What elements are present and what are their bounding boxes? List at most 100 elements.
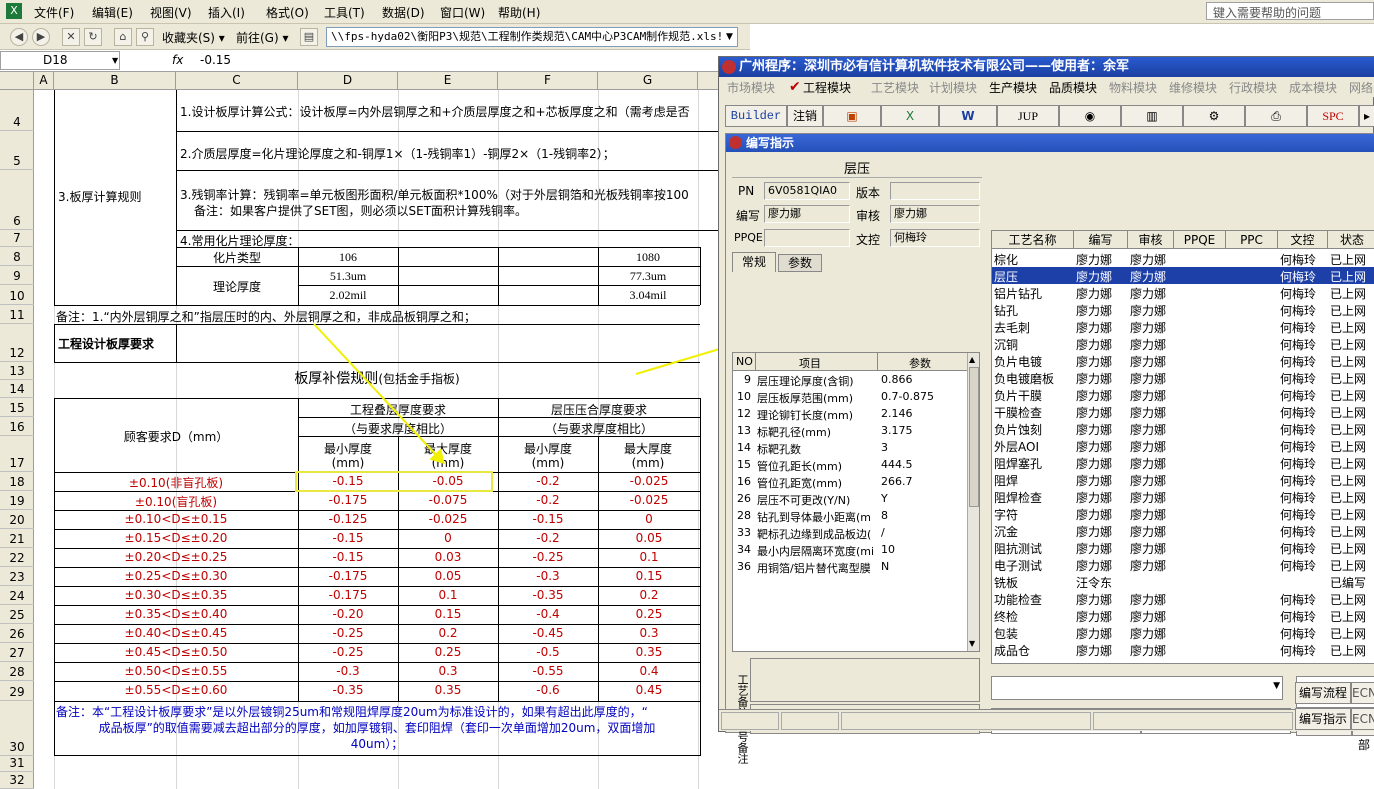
comp-value-cell[interactable]: -0.175 [298,569,398,583]
param-row[interactable]: 9 层压理论厚度(含铜) 0.866 [733,372,967,389]
comp-value-cell[interactable]: -0.175 [298,493,398,507]
row-header-cell[interactable]: 31 [0,756,34,772]
row-header-cell[interactable]: 18 [0,472,34,491]
process-row[interactable]: 负片蚀刻 廖力娜 廖力娜 何梅玲 已上网 [992,420,1374,437]
spc-button[interactable]: SPC [1307,105,1359,127]
comp-value-cell[interactable]: -0.3 [498,569,598,583]
proc-col-ppc[interactable]: PPC [1226,231,1278,249]
process-row[interactable]: 字符 廖力娜 廖力娜 何梅玲 已上网 [992,505,1374,522]
row-header-cell[interactable]: 7 [0,230,34,247]
comp-range-cell[interactable]: ±0.25<D≤±0.30 [54,569,298,583]
param-row[interactable]: 12 理论铆钉长度(mm) 2.146 [733,406,967,423]
document-icon[interactable]: ▥ [1121,105,1183,127]
module-production[interactable]: 生产模块 [989,79,1037,96]
param-row[interactable]: 36 用铜箔/铝片替代离型膜 N [733,559,967,576]
row-header-cell[interactable]: 23 [0,567,34,586]
comp-value-cell[interactable]: -0.2 [498,493,598,507]
process-row[interactable]: 负片干膜 廖力娜 廖力娜 何梅玲 已上网 [992,386,1374,403]
pn-field[interactable]: 6V0581QIA0 [764,182,850,200]
col-e[interactable]: E [398,72,498,90]
access-icon[interactable]: ▣ [823,105,881,127]
comp-value-cell[interactable]: -0.4 [498,607,598,621]
process-row[interactable]: 电子测试 廖力娜 廖力娜 何梅玲 已上网 [992,556,1374,573]
proc-col-ppqe[interactable]: PPQE [1174,231,1226,249]
tab-params[interactable]: 参数 [778,254,822,272]
favorites-menu[interactable]: 收藏夹(S) ▾ [162,29,225,46]
process-row[interactable]: 外层AOI 廖力娜 廖力娜 何梅玲 已上网 [992,437,1374,454]
param-row[interactable]: 28 钻孔到导体最小距离(m 8 [733,508,967,525]
col-d[interactable]: D [298,72,398,90]
module-plan[interactable]: 计划模块 [929,79,977,96]
function-icon[interactable]: fx [172,53,183,67]
proc-col-writer[interactable]: 编写 [1074,231,1128,249]
menu-insert[interactable]: 插入(I) [208,4,245,21]
col-b[interactable]: B [54,72,176,90]
row-header-cell[interactable]: 11 [0,305,34,324]
proc-col-status[interactable]: 状态 [1328,231,1374,249]
module-engineering[interactable]: 工程模块 [803,79,851,96]
comp-value-cell[interactable]: -0.6 [498,683,598,697]
comp-value-cell[interactable]: 0.2 [598,588,700,602]
process-row[interactable]: 阻焊 廖力娜 廖力娜 何梅玲 已上网 [992,471,1374,488]
comp-value-cell[interactable]: 0.05 [398,569,498,583]
param-row[interactable]: 16 管位孔距宽(mm) 266.7 [733,474,967,491]
comp-value-cell[interactable]: -0.2 [498,474,598,488]
comp-value-cell[interactable]: -0.25 [298,645,398,659]
ecn-button[interactable]: ECN [1351,682,1374,704]
tab-general[interactable]: 常规 [732,252,776,272]
comp-value-cell[interactable]: 0 [398,531,498,545]
reviewer-field[interactable]: 廖力娜 [890,205,980,223]
write-flow-button[interactable]: 编写流程 [1295,682,1351,704]
menu-help[interactable]: 帮助(H) [498,4,540,21]
comp-value-cell[interactable]: 0.35 [598,645,700,659]
proc-col-reviewer[interactable]: 审核 [1128,231,1174,249]
ecn-button-2[interactable]: ECN [1351,708,1374,730]
process-row[interactable]: 成品仓 廖力娜 廖力娜 何梅玲 已上网 [992,641,1374,658]
proc-col-name[interactable]: 工艺名称 [992,231,1074,249]
comp-value-cell[interactable]: 0.3 [598,626,700,640]
comp-range-cell[interactable]: ±0.50<D≤±0.55 [54,664,298,678]
combo-dropdown-icon[interactable]: ▼ [1273,681,1280,691]
name-box[interactable]: D18 [0,51,120,70]
comp-value-cell[interactable]: 0.2 [398,626,498,640]
help-search-input[interactable]: 键入需要帮助的问题 [1206,2,1374,20]
param-row[interactable]: 13 标靶孔径(mm) 3.175 [733,423,967,440]
row-header-cell[interactable]: 17 [0,436,34,472]
process-row[interactable]: 铣板 汪令东 已编写 [992,573,1374,590]
refresh-icon[interactable]: ↻ [84,28,102,46]
row-header-cell[interactable]: 4 [0,90,34,131]
comp-range-cell[interactable]: ±0.45<D≤±0.50 [54,645,298,659]
process-note-input[interactable] [750,658,980,702]
comp-value-cell[interactable]: 0.05 [598,531,700,545]
comp-range-cell[interactable]: ±0.10<D≤±0.15 [54,512,298,526]
forward-icon[interactable]: ▶ [32,28,50,46]
menu-format[interactable]: 格式(O) [266,4,309,21]
comp-range-cell[interactable]: ±0.10(盲孔板) [54,493,298,510]
comp-value-cell[interactable]: -0.45 [498,626,598,640]
row-header-cell[interactable]: 29 [0,681,34,701]
col-f[interactable]: F [498,72,598,90]
chevron-down-icon[interactable]: ▼ [726,32,733,42]
goto-menu[interactable]: 前往(G) ▾ [236,29,289,46]
version-field[interactable] [890,182,980,200]
comp-value-cell[interactable]: 0.3 [398,664,498,678]
comp-value-cell[interactable]: -0.15 [298,550,398,564]
process-row[interactable]: 铝片钻孔 廖力娜 廖力娜 何梅玲 已上网 [992,284,1374,301]
comp-value-cell[interactable]: 0.4 [598,664,700,678]
module-quality[interactable]: 品质模块 [1049,79,1097,96]
select-all[interactable] [0,72,34,90]
row-header-cell[interactable]: 15 [0,398,34,417]
comp-range-cell[interactable]: ±0.30<D≤±0.35 [54,588,298,602]
ppqe-field[interactable] [764,229,850,247]
param-row[interactable]: 34 最小内层隔离环宽度(mi 10 [733,542,967,559]
param-row[interactable]: 26 层压不可更改(Y/N) Y [733,491,967,508]
search-icon[interactable]: ⚲ [136,28,154,46]
comp-value-cell[interactable]: 0.1 [598,550,700,564]
menu-tools[interactable]: 工具(T) [324,4,365,21]
menu-data[interactable]: 数据(D) [382,4,425,21]
process-combo[interactable]: ▼ [991,676,1283,700]
comp-value-cell[interactable]: 0.1 [398,588,498,602]
comp-value-cell[interactable]: -0.5 [498,645,598,659]
process-row[interactable]: 负电镀磨板 廖力娜 廖力娜 何梅玲 已上网 [992,369,1374,386]
printer-icon[interactable]: ⎙ [1245,105,1307,127]
